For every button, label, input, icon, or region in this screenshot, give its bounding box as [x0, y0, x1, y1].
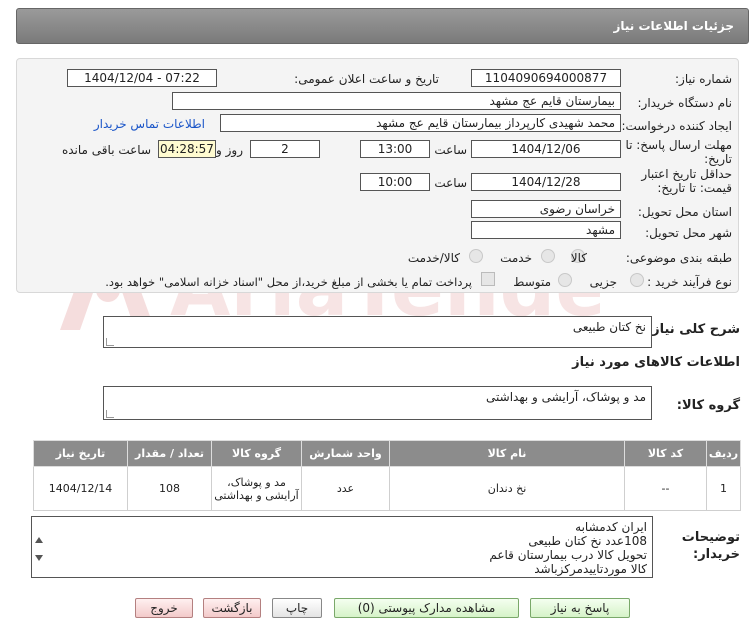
category-option-service: خدمت: [500, 251, 532, 265]
remaining-label: ساعت باقی مانده: [61, 143, 151, 157]
scroll-arrows-icon: [35, 537, 43, 561]
city-field: مشهد: [471, 221, 621, 239]
resize-grip-icon[interactable]: [106, 338, 114, 346]
validity-label: حداقل تاریخ اعتبار: [641, 167, 732, 181]
cell-name: نخ دندان: [389, 466, 625, 511]
goods-group-text: مد و پوشاک، آرایشی و بهداشتی: [486, 390, 646, 404]
validity-time-field: 10:00: [360, 173, 430, 191]
category-option-goods: کالا: [570, 251, 587, 265]
col-header-unit: واحد شمارش: [301, 440, 390, 467]
treasury-payment-checkbox[interactable]: [481, 272, 495, 286]
col-header-qty: تعداد / مقدار: [127, 440, 212, 467]
validity-date-label: قیمت: تا تاریخ:: [657, 181, 732, 195]
buyer-notes-line: تحویل کالا درب بیمارستان قاعم: [489, 548, 647, 562]
col-header-code: کد کالا: [624, 440, 707, 467]
process-radio-medium[interactable]: [558, 273, 572, 287]
summary-textarea[interactable]: نخ کتان طبیعی: [103, 316, 652, 348]
remaining-days-field: 2: [250, 140, 320, 158]
goods-info-title: اطلاعات کالاهای مورد نیاز: [572, 355, 740, 370]
items-table-header: ردیف کد کالا نام کالا واحد شمارش گروه کا…: [33, 440, 741, 467]
view-attachments-button[interactable]: مشاهده مدارک پیوستی (0): [334, 598, 519, 618]
buyer-notes-line: 108عدد نخ کتان طبیعی: [528, 534, 647, 548]
category-label: طبقه بندی موضوعی:: [625, 251, 732, 265]
resize-grip-icon[interactable]: [106, 410, 114, 418]
cell-code: --: [624, 466, 707, 511]
process-option-medium: متوسط: [513, 275, 551, 289]
items-table: ردیف کد کالا نام کالا واحد شمارش گروه کا…: [33, 440, 741, 511]
col-header-date: تاریخ نیاز: [33, 440, 128, 467]
deadline-date-label: تاریخ:: [704, 152, 732, 166]
remaining-time-field: 04:28:57: [158, 140, 216, 158]
process-radio-minor[interactable]: [630, 273, 644, 287]
province-label: استان محل تحویل:: [637, 205, 732, 219]
cell-qty: 108: [127, 466, 212, 511]
cell-date: 1404/12/14: [33, 466, 128, 511]
city-label: شهر محل تحویل:: [645, 226, 732, 240]
buyer-notes-line: ایران کدمشابه: [575, 520, 647, 534]
deadline-time-field: 13:00: [360, 140, 430, 158]
creator-field: محمد شهیدی کارپرداز بیمارستان قایم عج مش…: [220, 114, 621, 132]
page-title-bar: جزئیات اطلاعات نیاز: [16, 8, 749, 44]
print-button[interactable]: چاپ: [272, 598, 322, 618]
process-option-minor: جزیی: [589, 275, 617, 289]
category-radio-both[interactable]: [469, 249, 483, 263]
deadline-time-label: ساعت: [434, 143, 467, 157]
cell-unit: عدد: [301, 466, 390, 511]
buyer-notes-line: کالا موردتاییدمرکزباشد: [534, 562, 647, 576]
table-row: 1 -- نخ دندان عدد مد و پوشاک، آرایشی و ب…: [33, 466, 741, 511]
need-number-label: شماره نیاز:: [675, 72, 732, 86]
exit-button[interactable]: خروج: [135, 598, 193, 618]
summary-label: شرح کلی نیاز:: [646, 322, 740, 337]
treasury-payment-note: پرداخت تمام یا بخشی از مبلغ خرید،از محل …: [105, 275, 472, 289]
col-header-name: نام کالا: [389, 440, 625, 467]
buyer-notes-label: توضیحات: [681, 530, 740, 545]
cell-group: مد و پوشاک، آرایشی و بهداشتی: [211, 466, 302, 511]
buyer-org-field: بیمارستان قایم عج مشهد: [172, 92, 621, 110]
days-label: روز و: [216, 143, 243, 157]
validity-time-label: ساعت: [434, 176, 467, 190]
announce-date-label: تاریخ و ساعت اعلان عمومی:: [294, 72, 439, 86]
category-radio-service[interactable]: [541, 249, 555, 263]
announce-date-field: 1404/12/04 - 07:22: [67, 69, 217, 87]
scrollbar[interactable]: [34, 519, 44, 578]
creator-label: ایجاد کننده درخواست:: [621, 119, 732, 133]
back-button[interactable]: بازگشت: [203, 598, 261, 618]
goods-group-textarea[interactable]: مد و پوشاک، آرایشی و بهداشتی: [103, 386, 652, 420]
col-header-group: گروه کالا: [211, 440, 302, 467]
reply-to-need-button[interactable]: پاسخ به نیاز: [530, 598, 630, 618]
validity-date-field: 1404/12/28: [471, 173, 621, 191]
province-field: خراسان رضوی: [471, 200, 621, 218]
process-label: نوع فرآیند خرید :: [647, 275, 732, 289]
page-title: جزئیات اطلاعات نیاز: [613, 19, 734, 33]
summary-text: نخ کتان طبیعی: [572, 320, 646, 334]
buyer-org-label: نام دستگاه خریدار:: [637, 96, 733, 110]
category-option-both: کالا/خدمت: [407, 251, 460, 265]
deadline-date-field: 1404/12/06: [471, 140, 621, 158]
buyer-notes-textarea[interactable]: ایران کدمشابه 108عدد نخ کتان طبیعی تحویل…: [31, 516, 653, 578]
need-number-field: 1104090694000877: [471, 69, 621, 87]
cell-row: 1: [706, 466, 741, 511]
goods-group-label: گروه کالا:: [676, 398, 740, 413]
buyer-notes-label-2: خریدار:: [693, 547, 740, 562]
buyer-contact-link[interactable]: اطلاعات تماس خریدار: [94, 117, 205, 131]
deadline-label: مهلت ارسال پاسخ: تا: [625, 138, 732, 152]
items-table-wrapper: ردیف کد کالا نام کالا واحد شمارش گروه کا…: [33, 440, 741, 511]
col-header-row: ردیف: [706, 440, 741, 467]
